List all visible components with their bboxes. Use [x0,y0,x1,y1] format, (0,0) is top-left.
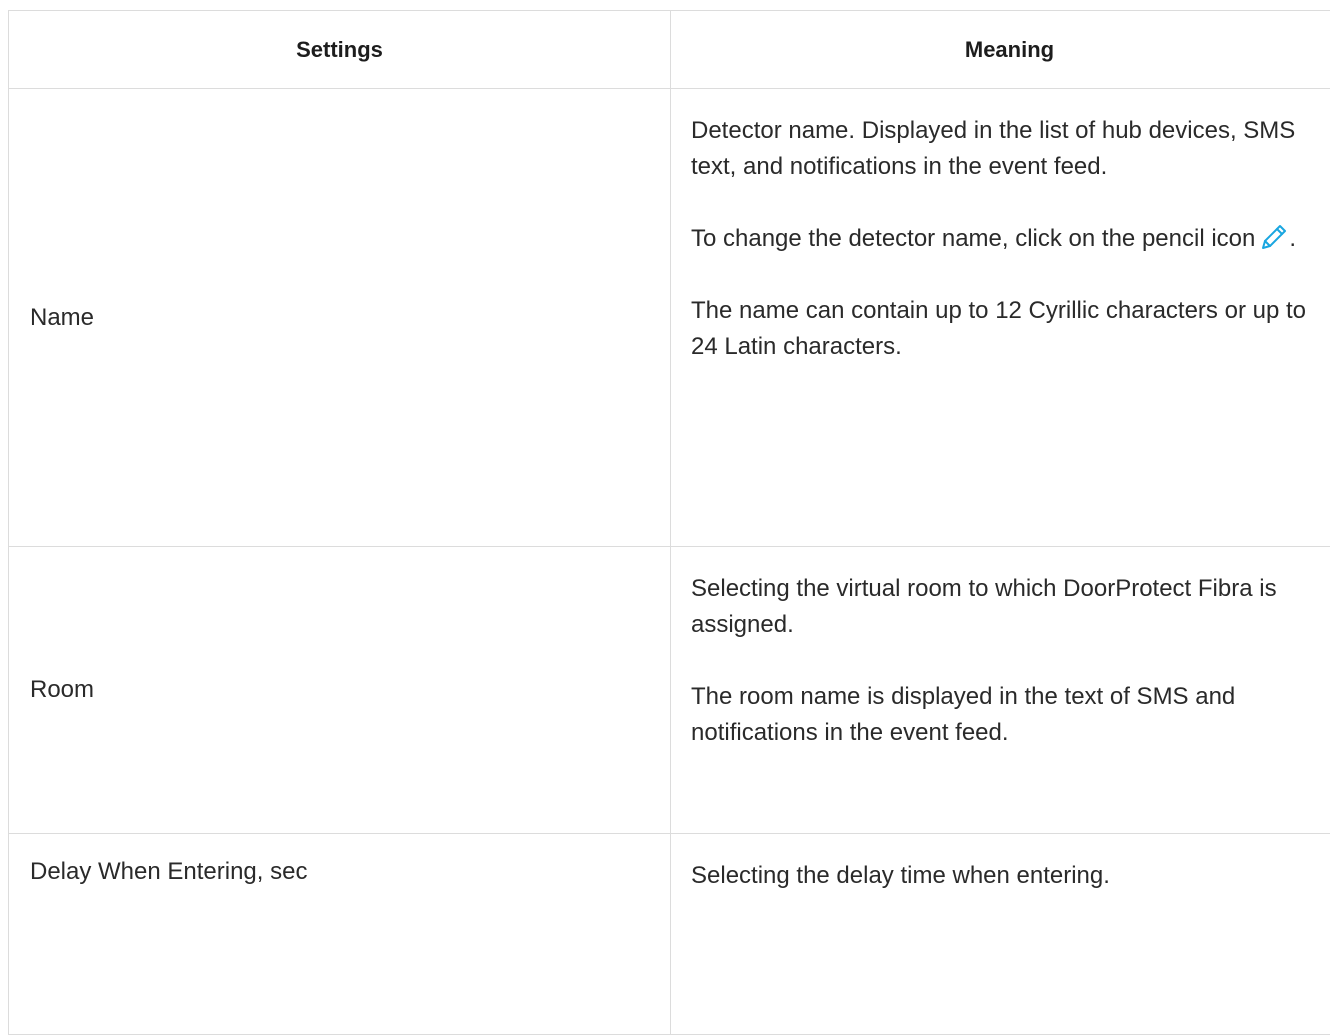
meaning-text: The name can contain up to 12 Cyrillic c… [691,297,1306,360]
meaning-text: To change the detector name, click on th… [691,221,1328,257]
meaning-text-part: icon [1211,225,1256,252]
meaning-text: Detector name. Displayed in the list of … [691,117,1296,180]
pencil-icon [1262,225,1287,249]
table-header-row: Settings Meaning [9,11,1330,89]
table-row: Delay When Entering, sec Selecting the d… [9,834,1330,1035]
meaning-delay: Selecting the delay time when entering. [671,834,1330,1034]
setting-name: Name [9,89,671,546]
setting-room: Room [9,547,671,833]
table-row: Name Detector name. Displayed in the lis… [9,89,1330,547]
meaning-text-part: To change the detector name, click on th… [691,225,1205,252]
meaning-text: The room name is displayed in the text o… [691,683,1236,746]
meaning-text-part: . [1289,225,1297,252]
settings-table: Settings Meaning Name Detector name. Dis… [8,10,1330,1035]
meaning-name: Detector name. Displayed in the list of … [671,89,1330,546]
meaning-text: Selecting the virtual room to which Door… [691,575,1277,638]
table-row: Room Selecting the virtual room to which… [9,547,1330,834]
header-meaning: Meaning [671,11,1330,88]
setting-delay: Delay When Entering, sec [9,834,671,1034]
header-settings: Settings [9,11,671,88]
meaning-room: Selecting the virtual room to which Door… [671,547,1330,833]
meaning-text: Selecting the delay time when entering. [691,862,1110,889]
